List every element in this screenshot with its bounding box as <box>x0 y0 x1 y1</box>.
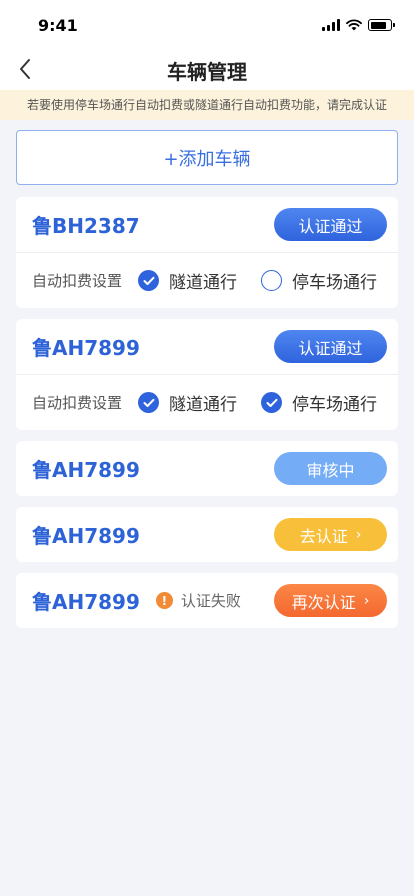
retry-verify-button[interactable]: 再次认证 › <box>274 584 387 617</box>
warning-icon: ! <box>155 592 173 609</box>
wifi-icon <box>346 19 362 31</box>
parking-option[interactable]: 停车场通行 <box>261 268 377 293</box>
status-badge-verified[interactable]: 认证通过 <box>274 208 387 241</box>
check-icon[interactable] <box>138 392 160 413</box>
tunnel-option-label: 隧道通行 <box>169 395 238 415</box>
vehicle-card: 鲁AH7899 ! 认证失败 再次认证 › <box>16 573 398 628</box>
vehicle-card-header: 鲁AH7899 去认证 › <box>16 507 398 562</box>
verify-failed-text: 认证失败 <box>180 592 241 610</box>
vehicle-card-header: 鲁AH7899 审核中 <box>16 441 398 496</box>
parking-option-label: 停车场通行 <box>292 395 378 415</box>
battery-icon <box>368 19 395 31</box>
status-badge-reviewing[interactable]: 审核中 <box>274 452 387 485</box>
chevron-right-icon: › <box>355 526 362 543</box>
status-badge-verified[interactable]: 认证通过 <box>274 330 387 363</box>
go-verify-button[interactable]: 去认证 › <box>274 518 387 551</box>
verify-failed-note: ! 认证失败 <box>155 590 241 611</box>
unchecked-circle-icon[interactable] <box>261 270 283 291</box>
auto-pay-label: 自动扣费设置 <box>32 272 123 290</box>
nav-bar: 车辆管理 <box>0 50 414 90</box>
verification-notice: 若要使用停车场通行自动扣费或隧道通行自动扣费功能，请完成认证 <box>0 90 414 120</box>
auto-pay-settings: 自动扣费设置 隧道通行 停车场通行 <box>16 374 398 430</box>
plate-number: 鲁AH7899 <box>32 524 140 548</box>
go-verify-label: 去认证 <box>299 526 348 546</box>
plate-number: 鲁AH7899 <box>32 458 140 482</box>
plate-number: 鲁AH7899 <box>32 590 140 614</box>
vehicle-card-header: 鲁AH7899 ! 认证失败 再次认证 › <box>16 573 398 628</box>
page-title: 车辆管理 <box>167 60 247 84</box>
tunnel-option-label: 隧道通行 <box>169 273 238 293</box>
vehicle-card: 鲁AH7899 认证通过 自动扣费设置 隧道通行 停车场通行 <box>16 319 398 430</box>
check-icon[interactable] <box>138 270 160 291</box>
add-vehicle-button[interactable]: +添加车辆 <box>16 130 398 185</box>
vehicle-card: 鲁AH7899 去认证 › <box>16 507 398 562</box>
chevron-right-icon: › <box>363 592 370 609</box>
auto-pay-settings: 自动扣费设置 隧道通行 停车场通行 <box>16 252 398 308</box>
tunnel-option[interactable]: 隧道通行 <box>138 390 237 415</box>
check-icon[interactable] <box>261 392 283 413</box>
plate-number: 鲁BH2387 <box>32 214 140 238</box>
status-bar: 9:41 <box>0 0 414 50</box>
tunnel-option[interactable]: 隧道通行 <box>138 268 237 293</box>
signal-icon <box>322 19 340 31</box>
parking-option[interactable]: 停车场通行 <box>261 390 377 415</box>
parking-option-label: 停车场通行 <box>292 273 378 293</box>
plate-number: 鲁AH7899 <box>32 336 140 360</box>
vehicle-card: 鲁BH2387 认证通过 自动扣费设置 隧道通行 停车场通行 <box>16 197 398 308</box>
retry-verify-label: 再次认证 <box>291 592 356 612</box>
vehicle-card: 鲁AH7899 审核中 <box>16 441 398 496</box>
vehicle-card-header: 鲁AH7899 认证通过 <box>16 319 398 374</box>
status-time: 9:41 <box>38 16 78 35</box>
vehicle-card-header: 鲁BH2387 认证通过 <box>16 197 398 252</box>
status-icons <box>322 19 395 31</box>
auto-pay-label: 自动扣费设置 <box>32 394 123 412</box>
